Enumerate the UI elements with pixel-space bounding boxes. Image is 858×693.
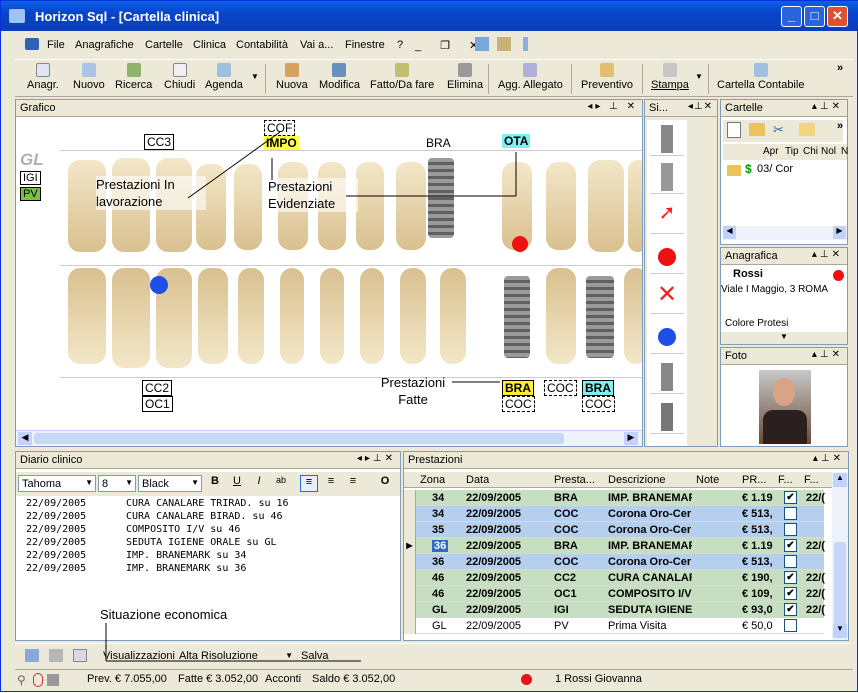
app-window: Horizon Sql - [Cartella clinica] _ □ ✕ F… (0, 0, 858, 692)
situazione-annotation (105, 623, 361, 662)
